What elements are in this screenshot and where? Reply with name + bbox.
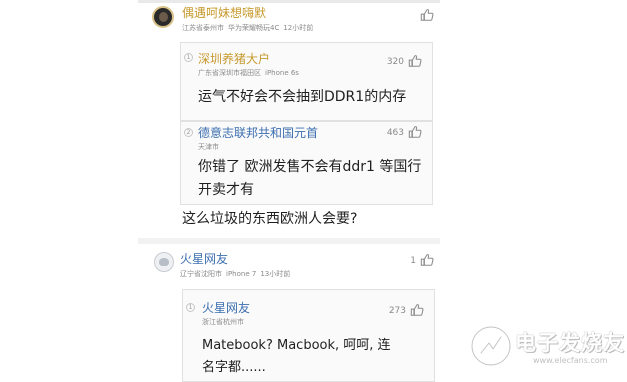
quote-meta: 广东省深圳市福田区 iPhone 6s [198,68,299,78]
quote-device: iPhone 6s [265,69,299,77]
quote-username[interactable]: 深圳养猪大户 [198,50,270,67]
quote-meta: 天津市 [198,142,219,152]
comment-meta: 辽宁省沈阳市 iPhone 7 13小时前 [180,269,290,279]
comment-location: 辽宁省沈阳市 [180,270,222,278]
comment-time: 13小时前 [260,270,291,278]
comment-username[interactable]: 火星网友 [180,250,228,267]
comment-time: 12小时前 [283,24,314,32]
watermark: 电子发烧友 www.elecfans.com [467,323,624,369]
watermark-text: 电子发烧友 [515,330,625,355]
quote-username[interactable]: 火星网友 [202,299,250,316]
comment-location: 江苏省泰州市 [182,24,224,32]
quote-location: 天津市 [198,143,219,151]
quote-text-line: Matebook? Macbook, 呵呵, 连 [202,338,391,353]
thumbs-up-icon[interactable] [420,8,434,22]
quote-location: 广东省深圳市福田区 [198,69,261,77]
avatar[interactable] [152,6,174,28]
floor-number: 1 [186,303,195,312]
comment-device: iPhone 7 [226,270,257,278]
comment-username[interactable]: 偶遇呵妹想嗨默 [182,4,266,21]
comment-feed: 偶遇呵妹想嗨默 江苏省泰州市 华为荣耀畅玩4C 12小时前 1 深圳养猪大户 广东省… [138,0,440,382]
quote-location: 浙江省杭州市 [202,318,244,326]
thumbs-up-icon[interactable] [408,125,422,139]
comment-meta: 江苏省泰州市 华为荣耀畅玩4C 12小时前 [182,23,313,33]
thumbs-up-icon[interactable] [420,253,434,267]
quote-text-line: 开卖才有 [198,182,254,198]
avatar[interactable] [154,252,174,272]
quote-username[interactable]: 德意志联邦共和国元首 [198,124,318,141]
thumbs-up-icon[interactable] [408,54,422,68]
watermark-url: www.elecfans.com [533,356,608,365]
top-divider [138,0,440,3]
like-count: 463 [386,128,404,138]
floor-number: 1 [184,53,193,62]
comment-reply-text: 这么垃圾的东西欧洲人会要? [182,211,358,227]
quote-text: 运气不好会不会抽到DDR1的内存 [198,89,407,105]
comment-device: 华为荣耀畅玩4C [228,24,280,32]
comment-divider [138,238,440,244]
like-count: 320 [386,57,404,67]
thumbs-up-icon[interactable] [410,303,424,317]
quote-text-line: 名字都...... [202,360,266,375]
quote-text-line: 你错了 欧洲发售不会有ddr1 等国行 [198,159,422,175]
floor-number: 2 [184,128,193,137]
elecfans-logo-icon [470,325,512,367]
quote-meta: 浙江省杭州市 [202,317,244,327]
like-count: 1 [410,256,416,266]
like-count: 273 [388,306,406,316]
